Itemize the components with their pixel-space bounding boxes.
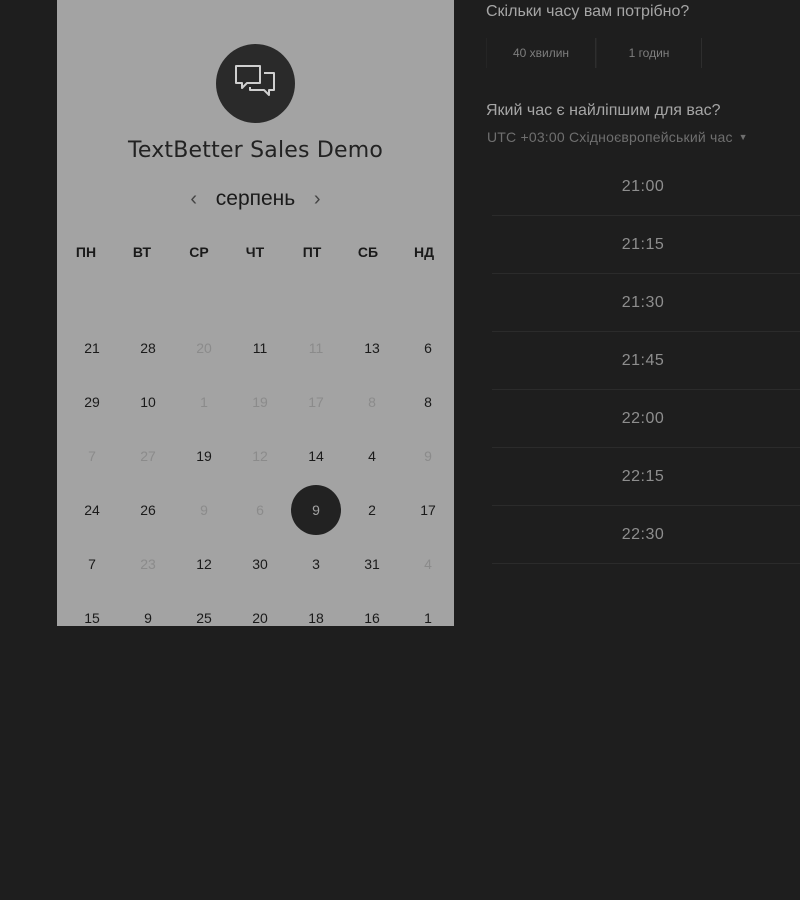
time-slot[interactable]: 22:00 bbox=[492, 390, 800, 448]
calendar-day[interactable]: 31 bbox=[352, 544, 392, 584]
time-slot[interactable]: 21:15 bbox=[492, 216, 800, 274]
duration-options: 40 хвилин 1 годин bbox=[486, 38, 702, 68]
calendar-day[interactable]: 28 bbox=[128, 328, 168, 368]
calendar-day[interactable]: 11 bbox=[296, 328, 336, 368]
calendar-day[interactable]: 17 bbox=[408, 490, 448, 530]
calendar-day[interactable]: 20 bbox=[184, 328, 224, 368]
calendar-day[interactable]: 15 bbox=[72, 598, 112, 626]
calendar-day[interactable]: 7 bbox=[72, 436, 112, 476]
time-slot-list: 21:00 21:15 21:30 21:45 22:00 22:15 22:30 bbox=[492, 158, 800, 564]
calendar-day[interactable]: 17 bbox=[296, 382, 336, 422]
caret-down-icon: ▼ bbox=[738, 132, 748, 142]
calendar-day[interactable]: 14 bbox=[296, 436, 336, 476]
calendar-day[interactable]: 8 bbox=[352, 382, 392, 422]
calendar-day[interactable]: 7 bbox=[72, 544, 112, 584]
timezone-label: UTC +03:00 Східноєвропейський час bbox=[487, 129, 733, 145]
calendar-day[interactable]: 6 bbox=[408, 328, 448, 368]
calendar-panel: TextBetter Sales Demo ‹ серпень › ПН ВТ СР… bbox=[57, 0, 454, 626]
calendar-day[interactable]: 16 bbox=[352, 598, 392, 626]
calendar-day[interactable]: 19 bbox=[184, 436, 224, 476]
calendar-day[interactable]: 29 bbox=[72, 382, 112, 422]
calendar-day[interactable]: 13 bbox=[352, 328, 392, 368]
calendar-day[interactable]: 1 bbox=[184, 382, 224, 422]
calendar-day[interactable]: 24 bbox=[72, 490, 112, 530]
calendar-day[interactable]: 26 bbox=[128, 490, 168, 530]
calendar-day[interactable]: 6 bbox=[240, 490, 280, 530]
calendar-day[interactable]: 25 bbox=[184, 598, 224, 626]
calendar-day[interactable]: 4 bbox=[408, 544, 448, 584]
time-slot[interactable]: 21:00 bbox=[492, 158, 800, 216]
calendar-day[interactable]: 11 bbox=[240, 328, 280, 368]
duration-option-40[interactable]: 40 хвилин bbox=[486, 38, 596, 68]
calendar-day[interactable]: 27 bbox=[128, 436, 168, 476]
calendar-day[interactable]: 9 bbox=[184, 490, 224, 530]
duration-question: Скільки часу вам потрібно? bbox=[486, 3, 690, 20]
time-slot[interactable]: 21:30 bbox=[492, 274, 800, 332]
calendar-day[interactable]: 19 bbox=[240, 382, 280, 422]
calendar-day[interactable]: 21 bbox=[72, 328, 112, 368]
calendar-day[interactable]: 20 bbox=[240, 598, 280, 626]
calendar-grid: 21 28 20 11 11 13 6 29 10 1 19 17 8 8 7 27 19 12 14 4 9 24 26 9… bbox=[57, 0, 454, 626]
calendar-day[interactable]: 12 bbox=[184, 544, 224, 584]
calendar-day[interactable]: 10 bbox=[128, 382, 168, 422]
calendar-day[interactable]: 1 bbox=[408, 598, 448, 626]
duration-option-60[interactable]: 1 годин bbox=[596, 38, 702, 68]
time-slot[interactable]: 22:30 bbox=[492, 506, 800, 564]
time-question: Який час є найліпшим для вас? bbox=[486, 102, 721, 119]
calendar-day[interactable]: 12 bbox=[240, 436, 280, 476]
calendar-day[interactable]: 3 bbox=[296, 544, 336, 584]
calendar-day[interactable]: 2 bbox=[352, 490, 392, 530]
calendar-day[interactable]: 30 bbox=[240, 544, 280, 584]
time-slot[interactable]: 21:45 bbox=[492, 332, 800, 390]
calendar-day[interactable]: 9 bbox=[128, 598, 168, 626]
timezone-select[interactable]: UTC +03:00 Східноєвропейський час ▼ bbox=[487, 129, 748, 145]
calendar-day-selected[interactable]: 9 bbox=[291, 485, 341, 535]
time-slot[interactable]: 22:15 bbox=[492, 448, 800, 506]
calendar-day[interactable]: 9 bbox=[408, 436, 448, 476]
calendar-day[interactable]: 18 bbox=[296, 598, 336, 626]
calendar-day[interactable]: 8 bbox=[408, 382, 448, 422]
calendar-day[interactable]: 4 bbox=[352, 436, 392, 476]
calendar-day[interactable]: 23 bbox=[128, 544, 168, 584]
